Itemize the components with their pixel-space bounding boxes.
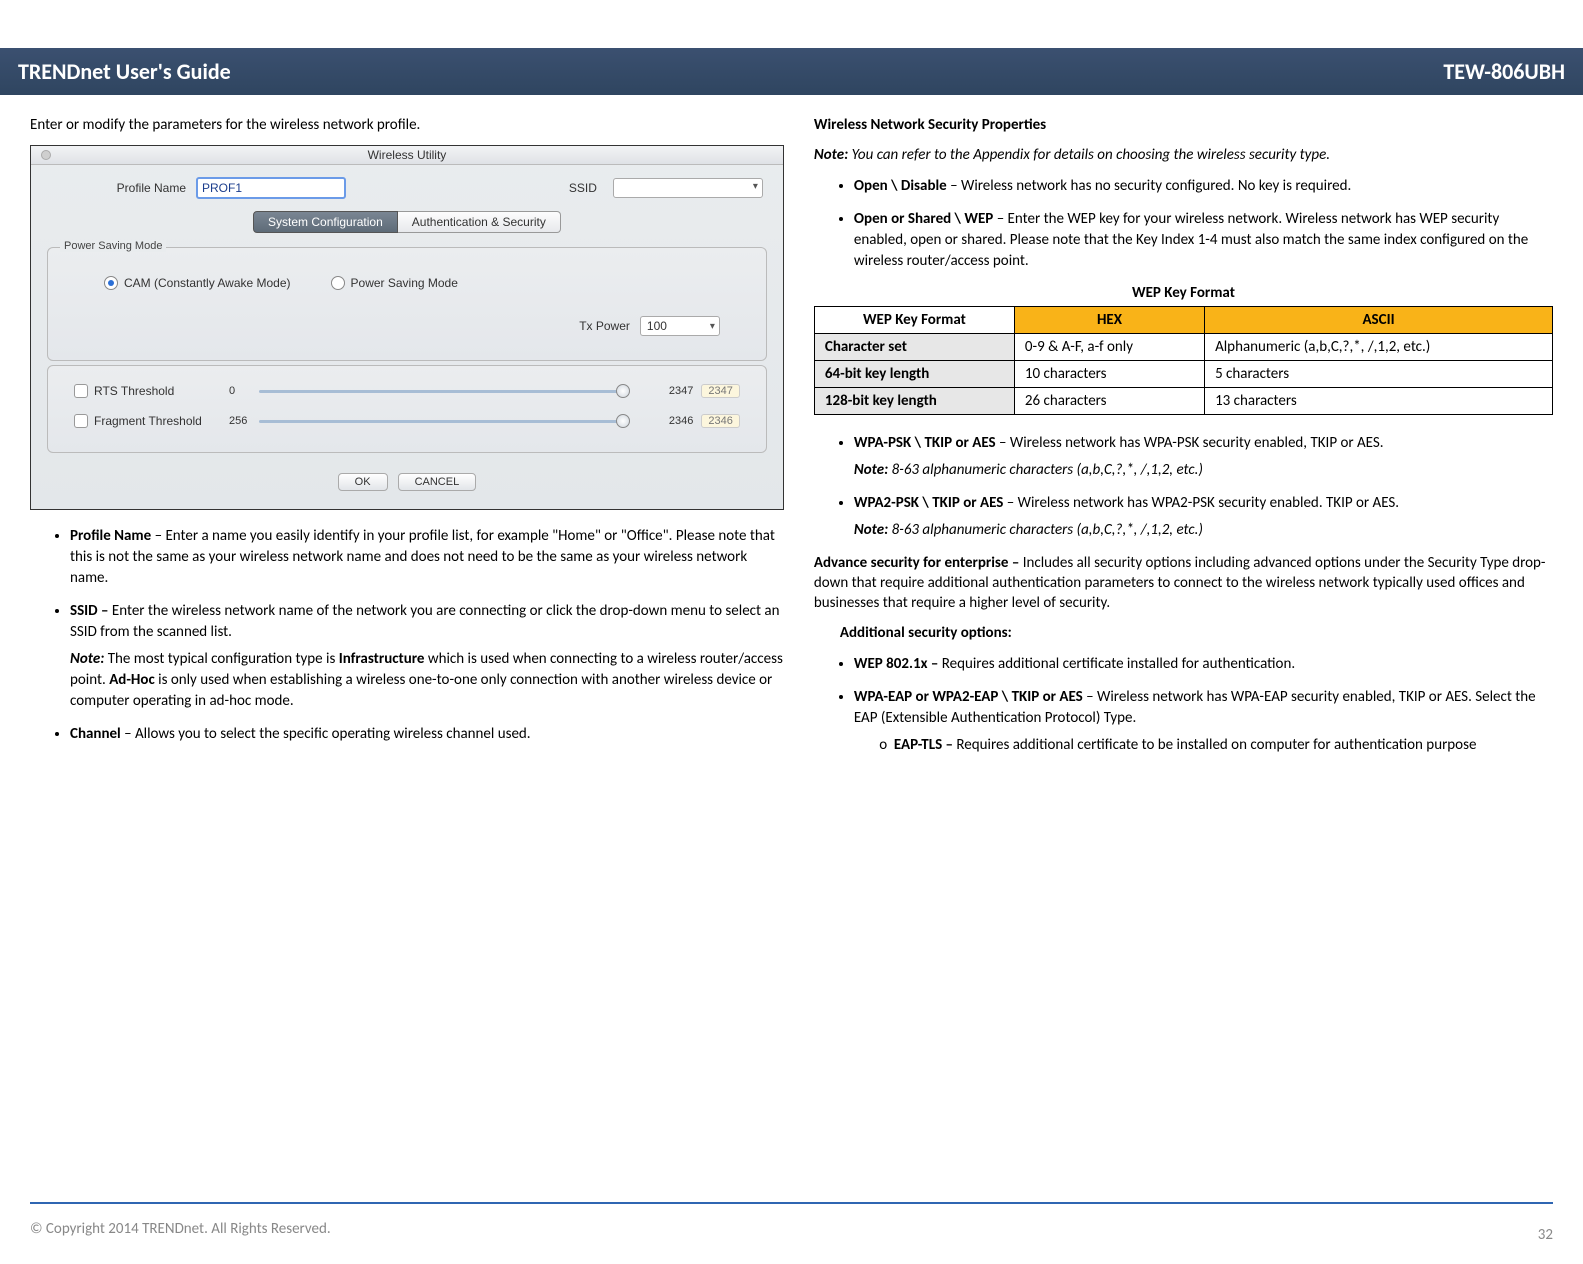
profile-name-input[interactable] <box>196 177 346 199</box>
footer-page-number: 32 <box>1538 1226 1553 1244</box>
wep-col-hex: HEX <box>1014 306 1204 333</box>
bullet-open-disable: Open \ Disable – Wireless network has no… <box>854 176 1553 197</box>
rts-label: RTS Threshold <box>94 384 229 398</box>
radio-psm[interactable]: Power Saving Mode <box>331 276 458 290</box>
bullet-profile-name: Profile Name – Enter a name you easily i… <box>70 526 784 589</box>
power-saving-group-label: Power Saving Mode <box>60 240 166 252</box>
cancel-button[interactable]: CANCEL <box>398 473 477 491</box>
wep-col-format: WEP Key Format <box>814 306 1014 333</box>
right-column: Wireless Network Security Properties Not… <box>814 109 1553 768</box>
tab-authentication-security[interactable]: Authentication & Security <box>398 211 561 233</box>
tx-power-dropdown[interactable]: 100 <box>640 316 720 336</box>
wireless-security-heading: Wireless Network Security Properties <box>814 115 1553 135</box>
left-column: Enter or modify the parameters for the w… <box>30 109 784 768</box>
doc-model: TEW-806UBH <box>1443 58 1565 85</box>
bullet-ssid: SSID – Enter the wireless network name o… <box>70 601 784 712</box>
bullet-open-shared-wep: Open or Shared \ WEP – Enter the WEP key… <box>854 209 1553 272</box>
additional-options-heading: Additional security options: <box>814 623 1553 643</box>
ssid-dropdown[interactable] <box>613 178 763 198</box>
bullet-channel: Channel – Allows you to select the speci… <box>70 724 784 745</box>
security-note: Note: You can refer to the Appendix for … <box>814 145 1553 165</box>
rts-value: 2347 <box>701 384 739 398</box>
fragment-label: Fragment Threshold <box>94 414 229 428</box>
bullet-wpa2-psk: WPA2-PSK \ TKIP or AES – Wireless networ… <box>854 493 1553 541</box>
ok-button[interactable]: OK <box>338 473 388 491</box>
intro-text: Enter or modify the parameters for the w… <box>30 115 784 135</box>
footer-copyright: © Copyright 2014 TRENDnet. All Rights Re… <box>30 1220 331 1238</box>
doc-header: TRENDnet User's Guide TEW-806UBH <box>0 48 1583 95</box>
bullet-eap-tls: EAP-TLS – Requires additional certificat… <box>894 735 1553 756</box>
rts-min: 0 <box>229 385 259 397</box>
fragment-value: 2346 <box>701 414 739 428</box>
wireless-utility-window: Wireless Utility Profile Name SSID Syste… <box>30 145 784 510</box>
table-row: 64-bit key length 10 characters 5 charac… <box>814 360 1552 387</box>
bullet-wpa-eap: WPA-EAP or WPA2-EAP \ TKIP or AES – Wire… <box>854 687 1553 756</box>
fragment-min: 256 <box>229 415 259 427</box>
fragment-slider[interactable] <box>259 412 653 430</box>
wep-col-ascii: ASCII <box>1205 306 1553 333</box>
table-row: Character set 0-9 & A-F, a-f only Alphan… <box>814 333 1552 360</box>
window-close-icon[interactable] <box>41 150 51 160</box>
advance-enterprise-paragraph: Advance security for enterprise – Includ… <box>814 553 1553 614</box>
window-titlebar: Wireless Utility <box>31 146 783 165</box>
radio-cam-label: CAM (Constantly Awake Mode) <box>124 276 291 290</box>
radio-cam[interactable]: CAM (Constantly Awake Mode) <box>104 276 291 290</box>
threshold-group: RTS Threshold 0 2347 2347 Fragment Thres… <box>47 365 767 453</box>
fragment-checkbox[interactable] <box>74 414 88 428</box>
window-title: Wireless Utility <box>368 148 447 162</box>
tx-power-label: Tx Power <box>579 319 630 333</box>
radio-icon <box>104 276 118 290</box>
ssid-label: SSID <box>569 181 597 195</box>
profile-name-label: Profile Name <box>71 181 186 195</box>
tab-system-configuration[interactable]: System Configuration <box>253 211 398 233</box>
footer-rule <box>30 1202 1553 1204</box>
fragment-max: 2346 <box>653 415 693 427</box>
wep-key-format-table: WEP Key Format HEX ASCII Character set 0… <box>814 306 1553 415</box>
wep-table-caption: WEP Key Format <box>814 284 1553 302</box>
rts-slider[interactable] <box>259 382 653 400</box>
bullet-wpa-psk: WPA-PSK \ TKIP or AES – Wireless network… <box>854 433 1553 481</box>
doc-title: TRENDnet User's Guide <box>18 58 231 85</box>
rts-max: 2347 <box>653 385 693 397</box>
bullet-wep-8021x: WEP 802.1x – Requires additional certifi… <box>854 654 1553 675</box>
radio-icon <box>331 276 345 290</box>
power-saving-group: Power Saving Mode CAM (Constantly Awake … <box>47 247 767 361</box>
table-row: 128-bit key length 26 characters 13 char… <box>814 387 1552 414</box>
rts-checkbox[interactable] <box>74 384 88 398</box>
radio-psm-label: Power Saving Mode <box>351 276 458 290</box>
